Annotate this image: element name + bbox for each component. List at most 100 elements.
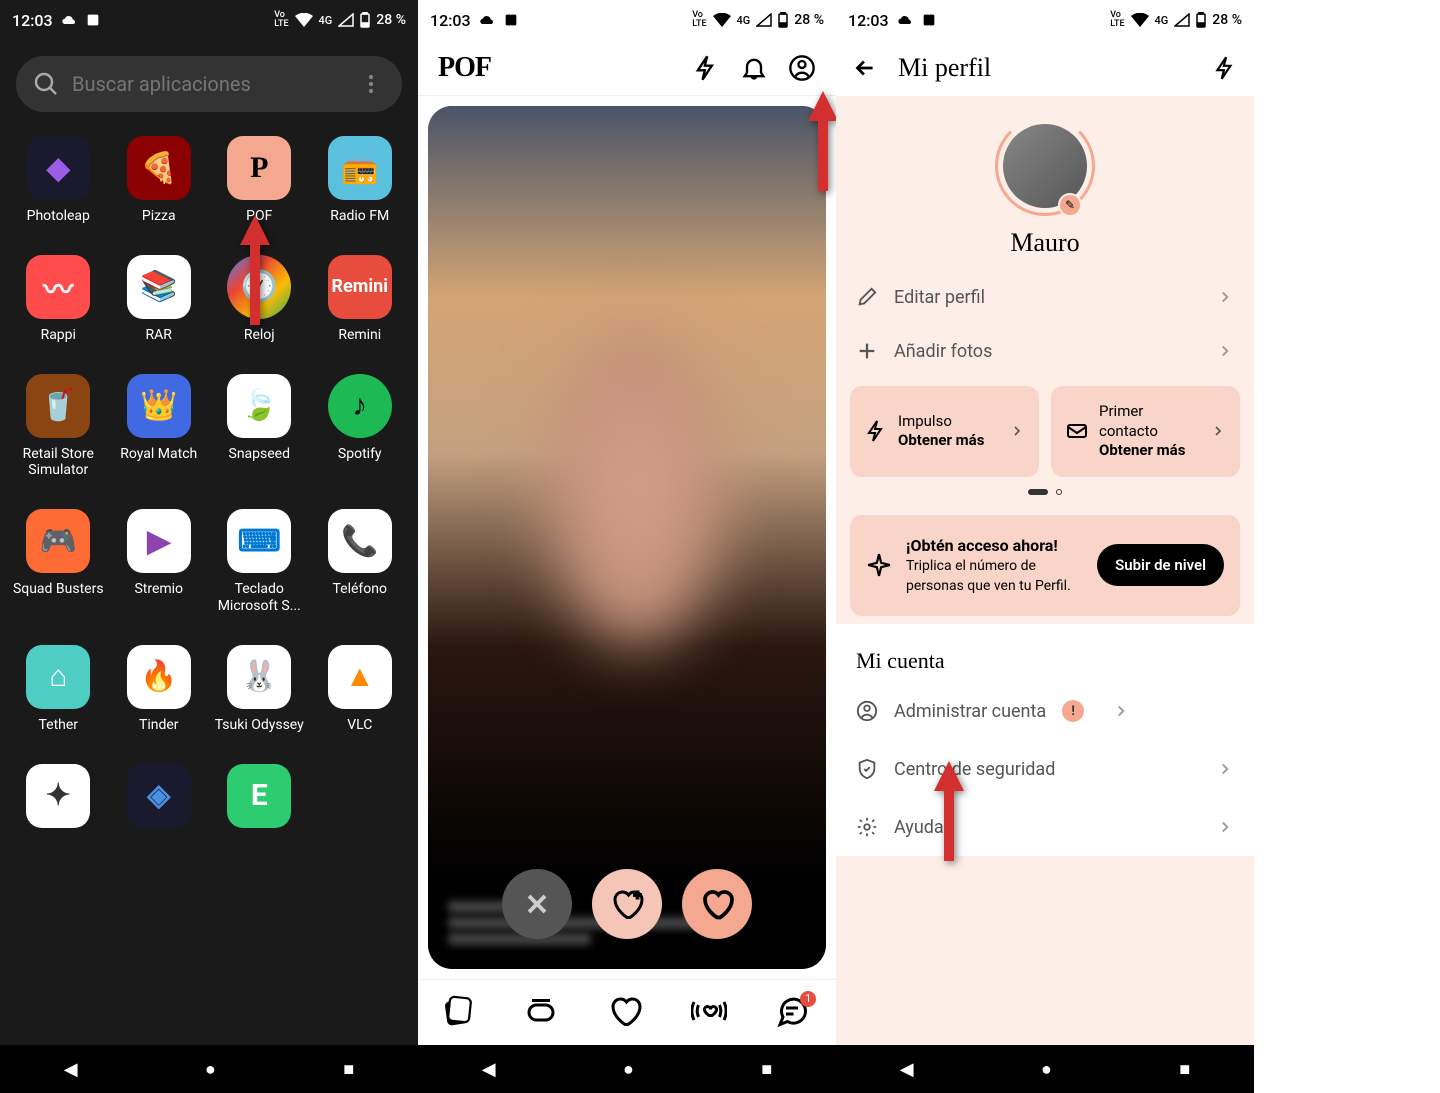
chevron-right-icon	[1210, 423, 1226, 439]
android-nav: ◀ ● ■	[836, 1045, 1254, 1093]
nav-home[interactable]: ●	[1041, 1059, 1052, 1080]
status-time: 12:03	[430, 11, 471, 30]
profile-card[interactable]	[428, 106, 826, 969]
status-time: 12:03	[848, 11, 889, 30]
nav-back[interactable]: ◀	[482, 1059, 496, 1080]
wifi-icon	[713, 13, 731, 27]
pencil-icon	[856, 286, 878, 308]
nav-stack[interactable]	[523, 993, 563, 1033]
notification-icon	[921, 12, 937, 28]
boost-icon[interactable]	[692, 54, 720, 82]
app-extra2[interactable]: ◈	[113, 764, 206, 828]
nav-home[interactable]: ●	[623, 1059, 634, 1080]
sparkle-icon	[866, 552, 892, 578]
app-remini[interactable]: ReminiRemini	[314, 255, 407, 344]
app-grid: ◆Photoleap 🍕Pizza PPOF 📻Radio FM 〰Rappi …	[0, 128, 418, 1045]
page-dot-active[interactable]	[1028, 489, 1048, 495]
boost-icon[interactable]	[1212, 55, 1238, 81]
profile-content: ✎ Mauro Editar perfil Añadir fotos Impul…	[836, 96, 1254, 1045]
app-pizza[interactable]: 🍕Pizza	[113, 136, 206, 225]
search-bar[interactable]	[16, 56, 402, 112]
chevron-right-icon	[1216, 818, 1234, 836]
volte-icon: VoLTE	[274, 11, 288, 29]
nav-recent[interactable]: ■	[343, 1059, 354, 1080]
status-time: 12:03	[12, 11, 53, 30]
app-teclado[interactable]: ⌨Teclado Microsoft S...	[213, 509, 306, 615]
back-arrow-icon[interactable]	[852, 55, 878, 81]
app-tinder[interactable]: 🔥Tinder	[113, 645, 206, 734]
avatar-ring[interactable]: ✎	[995, 116, 1095, 216]
user-name: Mauro	[1010, 228, 1079, 258]
promo-boost[interactable]: ImpulsoObtener más	[850, 386, 1039, 477]
avatar-section: ✎ Mauro	[836, 96, 1254, 270]
profile-icon[interactable]	[788, 54, 816, 82]
app-photoleap[interactable]: ◆Photoleap	[12, 136, 105, 225]
app-radio-fm[interactable]: 📻Radio FM	[314, 136, 407, 225]
chevron-right-icon	[1009, 423, 1025, 439]
app-tsuki[interactable]: 🐰Tsuki Odyssey	[213, 645, 306, 734]
signal-icon	[756, 13, 772, 27]
nav-back[interactable]: ◀	[900, 1059, 914, 1080]
search-input[interactable]	[72, 72, 344, 96]
bottom-nav: 1	[418, 979, 836, 1045]
security-center-row[interactable]: Centro de seguridad	[836, 740, 1254, 798]
battery-icon	[360, 12, 370, 28]
app-telefono[interactable]: 📞Teléfono	[314, 509, 407, 615]
app-tether[interactable]: ⌂Tether	[12, 645, 105, 734]
signal-icon	[1174, 13, 1190, 27]
nav-messages[interactable]: 1	[774, 993, 814, 1033]
upgrade-button[interactable]: Subir de nivel	[1097, 544, 1224, 586]
app-retail-store[interactable]: 🥤Retail Store Simulator	[12, 374, 105, 480]
status-bar: 12:03 VoLTE 4G 28 %	[418, 0, 836, 40]
wifi-icon	[1131, 13, 1149, 27]
app-stremio[interactable]: ▶Stremio	[113, 509, 206, 615]
nav-cards[interactable]	[440, 993, 480, 1033]
android-nav: ◀ ● ■	[0, 1045, 418, 1093]
nav-live[interactable]	[691, 993, 731, 1033]
page-dot-inactive[interactable]	[1056, 489, 1062, 495]
battery-icon	[1196, 12, 1206, 28]
nav-home[interactable]: ●	[205, 1059, 216, 1080]
dismiss-button[interactable]	[502, 869, 572, 939]
battery-percent: 28 %	[794, 12, 824, 28]
nav-back[interactable]: ◀	[64, 1059, 78, 1080]
cloud-icon	[897, 12, 913, 28]
promo-first-contact[interactable]: Primer contactoObtener más	[1051, 386, 1240, 477]
phone-pof-main: 12:03 VoLTE 4G 28 % POF	[418, 0, 836, 1093]
upgrade-card: ¡Obtén acceso ahora! Triplica el número …	[850, 515, 1240, 617]
add-photos-row[interactable]: Añadir fotos	[836, 324, 1254, 378]
superlike-button[interactable]	[592, 869, 662, 939]
manage-account-row[interactable]: Administrar cuenta !	[836, 682, 1254, 740]
app-rar[interactable]: 📚RAR	[113, 255, 206, 344]
app-reloj[interactable]: 🕐Reloj	[213, 255, 306, 344]
page-title: Mi perfil	[898, 53, 1192, 83]
app-vlc[interactable]: ▲VLC	[314, 645, 407, 734]
battery-percent: 28 %	[376, 12, 406, 28]
volte-icon: VoLTE	[692, 11, 706, 29]
app-extra1[interactable]: ✦	[12, 764, 105, 828]
app-squad-busters[interactable]: 🎮Squad Busters	[12, 509, 105, 615]
help-row[interactable]: Ayuda	[836, 798, 1254, 856]
nav-likes[interactable]	[607, 993, 647, 1033]
nav-recent[interactable]: ■	[761, 1059, 772, 1080]
notification-bell-icon[interactable]	[740, 54, 768, 82]
network-badge: 4G	[1155, 14, 1169, 27]
battery-icon	[778, 12, 788, 28]
search-icon	[32, 70, 60, 98]
phone-my-profile: 12:03 VoLTE 4G 28 % Mi perfil ✎ Mauro	[836, 0, 1254, 1093]
alert-badge: !	[1062, 700, 1084, 722]
search-menu-icon[interactable]	[356, 69, 386, 99]
app-snapseed[interactable]: 🍃Snapseed	[213, 374, 306, 480]
like-button[interactable]	[682, 869, 752, 939]
app-royal-match[interactable]: 👑Royal Match	[113, 374, 206, 480]
wifi-icon	[295, 13, 313, 27]
edit-profile-row[interactable]: Editar perfil	[836, 270, 1254, 324]
app-rappi[interactable]: 〰Rappi	[12, 255, 105, 344]
cloud-icon	[479, 12, 495, 28]
app-extra3[interactable]: E	[213, 764, 306, 828]
app-spotify[interactable]: ♪Spotify	[314, 374, 407, 480]
app-pof[interactable]: PPOF	[213, 136, 306, 225]
nav-recent[interactable]: ■	[1179, 1059, 1190, 1080]
section-account-title: Mi cuenta	[836, 624, 1254, 682]
avatar-edit-badge[interactable]: ✎	[1058, 193, 1082, 217]
